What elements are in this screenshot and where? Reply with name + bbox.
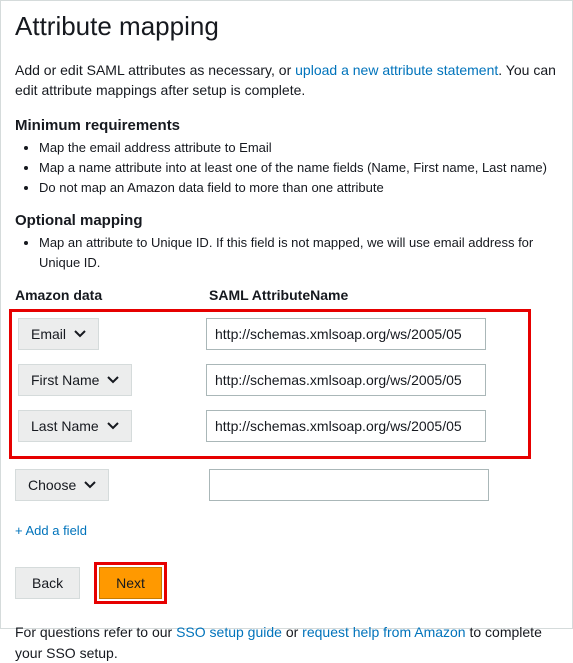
footer-mid: or (282, 624, 302, 640)
amazon-data-select-lastname[interactable]: Last Name (18, 410, 132, 442)
mapping-row-email: Email (18, 318, 522, 350)
mapping-row-extra: Choose (15, 469, 558, 501)
intro-prefix: Add or edit SAML attributes as necessary… (15, 62, 295, 78)
mapping-row-lastname: Last Name (18, 410, 522, 442)
back-button[interactable]: Back (15, 567, 80, 599)
request-help-link[interactable]: request help from Amazon (302, 624, 465, 640)
upload-statement-link[interactable]: upload a new attribute statement (295, 62, 498, 78)
mapping-highlight: Email First Name (9, 309, 531, 459)
footer-prefix: For questions refer to our (15, 624, 176, 640)
min-req-list: Map the email address attribute to Email… (15, 138, 558, 198)
select-label: Email (31, 326, 66, 342)
list-item: Map the email address attribute to Email (39, 138, 558, 158)
select-label: Choose (28, 477, 76, 493)
chevron-down-icon (84, 481, 96, 489)
col-saml-attrname: SAML AttributeName (209, 287, 348, 303)
select-label: First Name (31, 372, 99, 388)
select-label: Last Name (31, 418, 99, 434)
amazon-data-select-email[interactable]: Email (18, 318, 99, 350)
sso-guide-link[interactable]: SSO setup guide (176, 624, 282, 640)
optional-list: Map an attribute to Unique ID. If this f… (15, 233, 558, 273)
button-row: Back Next (15, 562, 558, 604)
next-button-highlight: Next (94, 562, 167, 604)
list-item: Do not map an Amazon data field to more … (39, 178, 558, 198)
list-item: Map a name attribute into at least one o… (39, 158, 558, 178)
saml-attr-input-email[interactable] (206, 318, 486, 350)
chevron-down-icon (107, 376, 119, 384)
footer-text: For questions refer to our SSO setup gui… (15, 622, 558, 663)
list-item: Map an attribute to Unique ID. If this f… (39, 233, 558, 273)
column-headers: Amazon data SAML AttributeName (15, 287, 558, 303)
min-req-heading: Minimum requirements (15, 117, 558, 134)
add-field-link[interactable]: + Add a field (15, 523, 87, 538)
saml-attr-input-lastname[interactable] (206, 410, 486, 442)
amazon-data-select-choose[interactable]: Choose (15, 469, 109, 501)
mapping-row-firstname: First Name (18, 364, 522, 396)
attr-mapping-panel: Attribute mapping Add or edit SAML attri… (0, 0, 573, 629)
amazon-data-select-firstname[interactable]: First Name (18, 364, 132, 396)
saml-attr-input-extra[interactable] (209, 469, 489, 501)
optional-heading: Optional mapping (15, 212, 558, 229)
intro-text: Add or edit SAML attributes as necessary… (15, 60, 558, 101)
next-button[interactable]: Next (99, 567, 162, 599)
col-amazon-data: Amazon data (15, 287, 209, 303)
chevron-down-icon (74, 330, 86, 338)
chevron-down-icon (107, 422, 119, 430)
page-title: Attribute mapping (15, 11, 558, 42)
saml-attr-input-firstname[interactable] (206, 364, 486, 396)
